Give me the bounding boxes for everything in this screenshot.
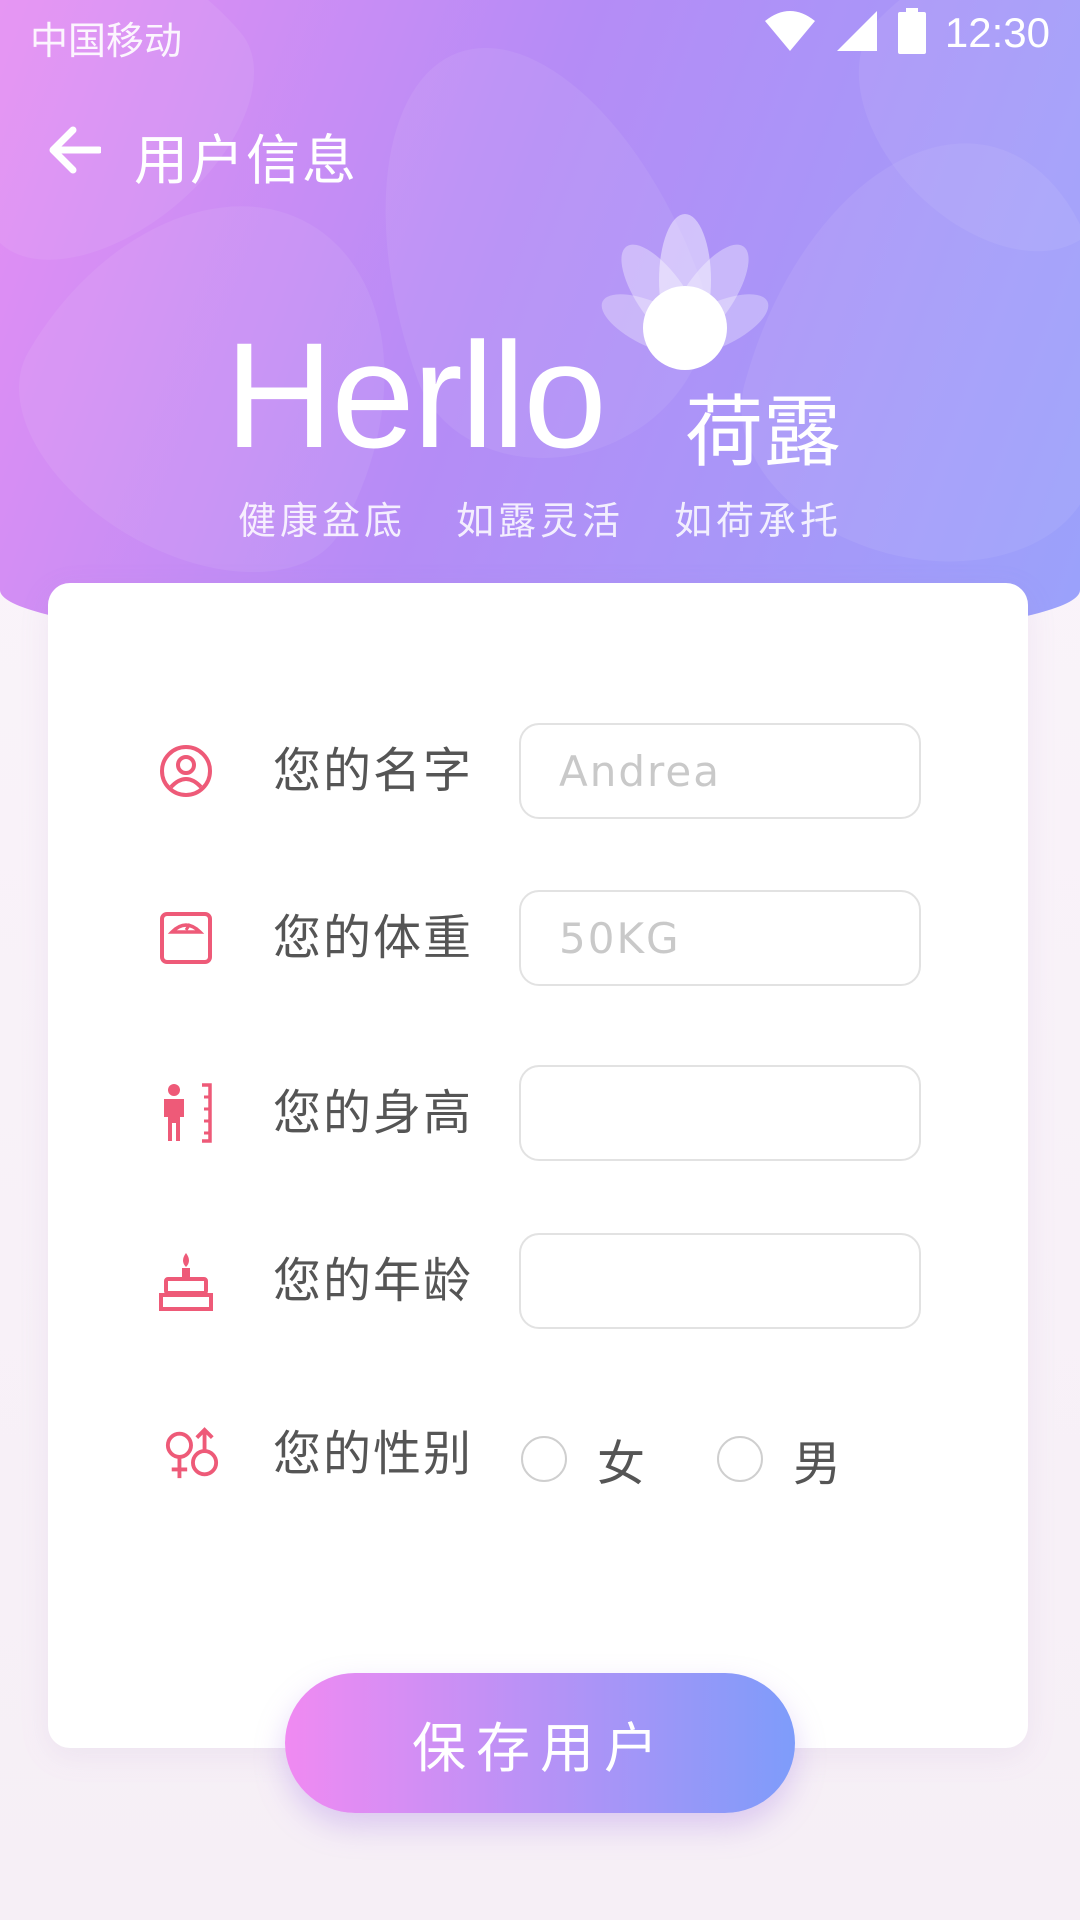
gender-female-option[interactable]: 女 — [521, 1424, 645, 1494]
carrier-label: 中国移动 — [30, 19, 183, 63]
height-label: 您的身高 — [273, 1085, 474, 1141]
weight-input[interactable] — [519, 890, 921, 986]
user-info-card: 您的名字 您的体重 — [48, 583, 1028, 1748]
arrow-left-icon — [47, 126, 103, 178]
name-row: 您的名字 — [48, 723, 1028, 819]
cellular-signal-icon — [835, 9, 879, 57]
clock-time: 12:30 — [944, 9, 1050, 56]
radio-female[interactable] — [521, 1436, 567, 1482]
nav-bar: 用户信息 — [0, 110, 1080, 192]
radio-male-label: 男 — [793, 1436, 842, 1492]
slogan-item: 如荷承托 — [674, 499, 843, 543]
status-icons: 12:30 — [763, 8, 1050, 58]
height-row: 您的身高 — [48, 1065, 1028, 1161]
name-input[interactable] — [519, 723, 921, 819]
height-input[interactable] — [519, 1065, 921, 1161]
age-input[interactable] — [519, 1233, 921, 1329]
user-info-page: 中国移动 12:30 用户信息 Herllo 荷露 健康盆底 如露灵活 如荷承托… — [0, 0, 1080, 1920]
gender-male-option[interactable]: 男 — [717, 1424, 841, 1494]
logo-wordmark: Herllo — [225, 311, 607, 479]
slogan-item: 健康盆底 — [237, 499, 406, 543]
name-label: 您的名字 — [273, 743, 474, 799]
save-user-label: 保存用户 — [412, 1716, 668, 1780]
lotus-icon — [585, 210, 815, 384]
save-user-button[interactable]: 保存用户 — [285, 1673, 795, 1813]
logo-chinese: 荷露 — [685, 388, 842, 478]
slogan: 健康盆底 如露灵活 如荷承托 — [0, 490, 1080, 545]
scale-icon — [158, 910, 214, 966]
gender-label: 您的性别 — [273, 1426, 474, 1482]
gender-icon — [164, 1426, 220, 1482]
user-circle-icon — [158, 743, 214, 799]
cake-icon — [158, 1253, 214, 1311]
age-row: 您的年龄 — [48, 1233, 1028, 1329]
gender-radio-group: 女 男 — [521, 1424, 913, 1494]
slogan-item: 如露灵活 — [455, 499, 624, 543]
age-label: 您的年龄 — [273, 1253, 474, 1309]
radio-male[interactable] — [717, 1436, 764, 1482]
radio-female-label: 女 — [597, 1436, 646, 1492]
page-title: 用户信息 — [134, 129, 358, 192]
wifi-icon — [763, 9, 817, 57]
status-bar: 中国移动 12:30 — [0, 0, 1080, 66]
gender-row: 您的性别 女 男 — [48, 1406, 1028, 1502]
weight-row: 您的体重 — [48, 890, 1028, 986]
height-ruler-icon — [158, 1083, 214, 1143]
brand-logo: Herllo 荷露 — [225, 210, 865, 479]
weight-label: 您的体重 — [273, 910, 474, 966]
back-button[interactable] — [44, 122, 104, 182]
battery-icon — [897, 8, 927, 58]
